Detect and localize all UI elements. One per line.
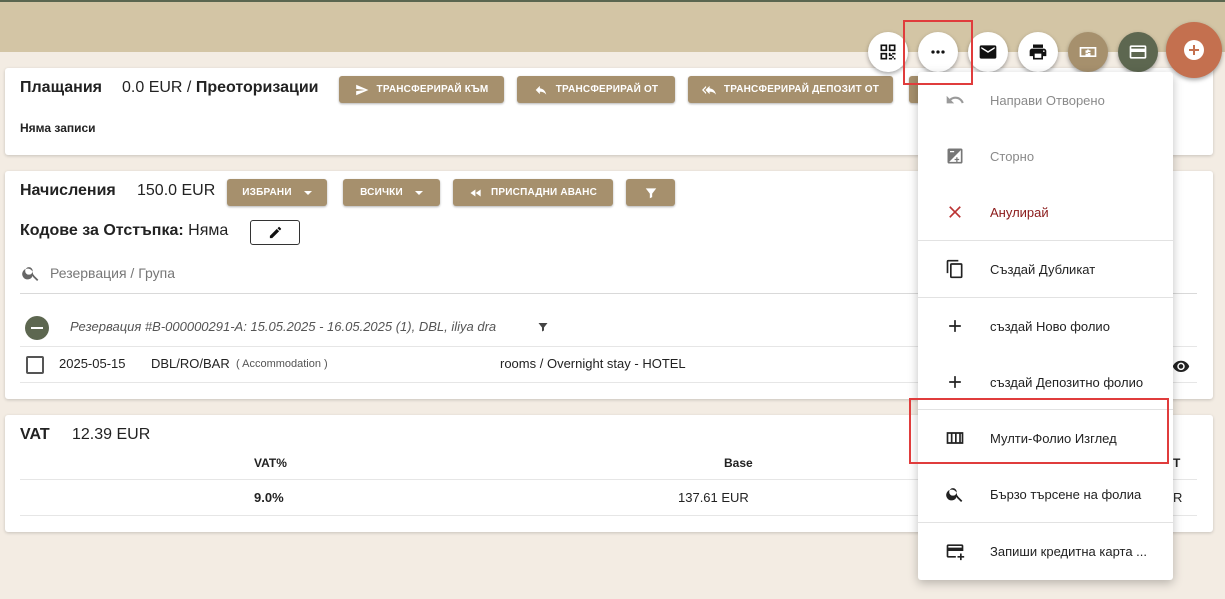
filter-icon	[645, 187, 656, 198]
preauth-label: Преоторизации	[195, 79, 319, 96]
plus-icon	[949, 320, 961, 332]
qr-code-button[interactable]	[868, 32, 908, 72]
row-type: ( Accommodation )	[236, 358, 328, 370]
vat-header-percent: VAT%	[254, 456, 287, 470]
print-icon	[1029, 44, 1047, 60]
reply-icon	[535, 85, 546, 95]
edit-discount-button[interactable]	[250, 220, 300, 245]
card-add-icon	[946, 544, 965, 561]
add-circle-icon	[1184, 40, 1204, 60]
menu-item-cancel[interactable]: Анулирай	[918, 184, 1173, 240]
menu-item-new-folio[interactable]: създай Ново фолио	[918, 298, 1173, 354]
undo-icon	[946, 95, 964, 104]
collapse-group-button[interactable]	[25, 316, 49, 340]
all-dropdown[interactable]: ВСИЧКИ	[343, 179, 440, 206]
search-icon	[22, 267, 39, 281]
plus-icon	[949, 376, 961, 388]
vat-base-value: 137.61 EUR	[678, 490, 749, 505]
vat-header-total: T	[1173, 456, 1181, 470]
payment-button[interactable]	[1068, 32, 1108, 72]
search-icon	[946, 488, 963, 502]
transfer-to-button[interactable]: ТРАНСФЕРИРАЙ КЪМ	[339, 76, 504, 103]
menu-item-storno[interactable]: Сторно	[918, 128, 1173, 184]
filter-button[interactable]	[626, 179, 675, 206]
add-button[interactable]	[1166, 22, 1222, 78]
payments-amount: 0.0 EUR / Преоторизации	[122, 79, 319, 96]
transfer-from-button[interactable]: ТРАНСФЕРИРАЙ ОТ	[517, 76, 675, 103]
eye-icon[interactable]	[1172, 357, 1190, 375]
highlight-more-button	[903, 20, 973, 85]
row-date: 2025-05-15	[59, 356, 126, 371]
vat-total-value: R	[1173, 490, 1183, 505]
payments-title: Плащания	[20, 79, 102, 96]
qr-code-icon	[880, 44, 896, 60]
cash-icon	[1079, 47, 1097, 57]
rewind-icon	[470, 189, 481, 196]
row-checkbox[interactable]	[26, 356, 44, 374]
close-icon	[949, 206, 961, 218]
highlight-multi-folio	[909, 398, 1169, 464]
vat-header-base: Base	[724, 456, 753, 470]
row-code: DBL/RO/BAR	[151, 356, 230, 371]
copy-icon	[946, 259, 963, 279]
search-input[interactable]: Резервация / Група	[50, 265, 175, 281]
mail-icon	[979, 45, 997, 59]
print-button[interactable]	[1018, 32, 1058, 72]
menu-item-duplicate[interactable]: Създай Дубликат	[918, 241, 1173, 297]
chevron-down-icon	[303, 190, 312, 195]
group-header: Резервация #B-000000291-A: 15.05.2025 - …	[70, 319, 497, 334]
vat-percent-value: 9.0%	[254, 490, 284, 505]
pencil-icon	[269, 226, 281, 239]
selected-dropdown[interactable]: ИЗБРАНИ	[227, 179, 327, 206]
send-icon	[355, 84, 368, 95]
menu-item-save-card[interactable]: Запиши кредитна карта ...	[918, 523, 1173, 579]
charges-title: Начисления	[20, 182, 116, 199]
chevron-down-icon	[414, 190, 423, 195]
reply-all-icon	[701, 85, 716, 95]
row-description: rooms / Overnight stay - HOTEL	[500, 356, 686, 371]
discount-codes: Кодове за Отстъпка: Няма	[20, 222, 229, 239]
vat-title: VAT	[20, 426, 50, 443]
filter-icon[interactable]	[537, 321, 549, 333]
transfer-deposit-from-button[interactable]: ТРАНСФЕРИРАЙ ДЕПОЗИТ ОТ	[688, 76, 893, 103]
storno-icon	[947, 148, 963, 164]
email-button[interactable]	[968, 32, 1008, 72]
minus-icon	[31, 327, 43, 329]
menu-item-quick-search[interactable]: Бързо търсене на фолиа	[918, 466, 1173, 522]
deduct-advance-button[interactable]: ПРИСПАДНИ АВАНС	[453, 179, 613, 206]
payments-empty: Няма записи	[20, 121, 96, 135]
credit-card-button[interactable]	[1118, 32, 1158, 72]
more-actions-menu: Направи Отворено Сторно Анулирай Създай …	[918, 72, 1173, 580]
credit-card-icon	[1129, 45, 1147, 59]
vat-amount: 12.39 EUR	[72, 426, 151, 443]
charges-amount: 150.0 EUR	[137, 182, 216, 199]
